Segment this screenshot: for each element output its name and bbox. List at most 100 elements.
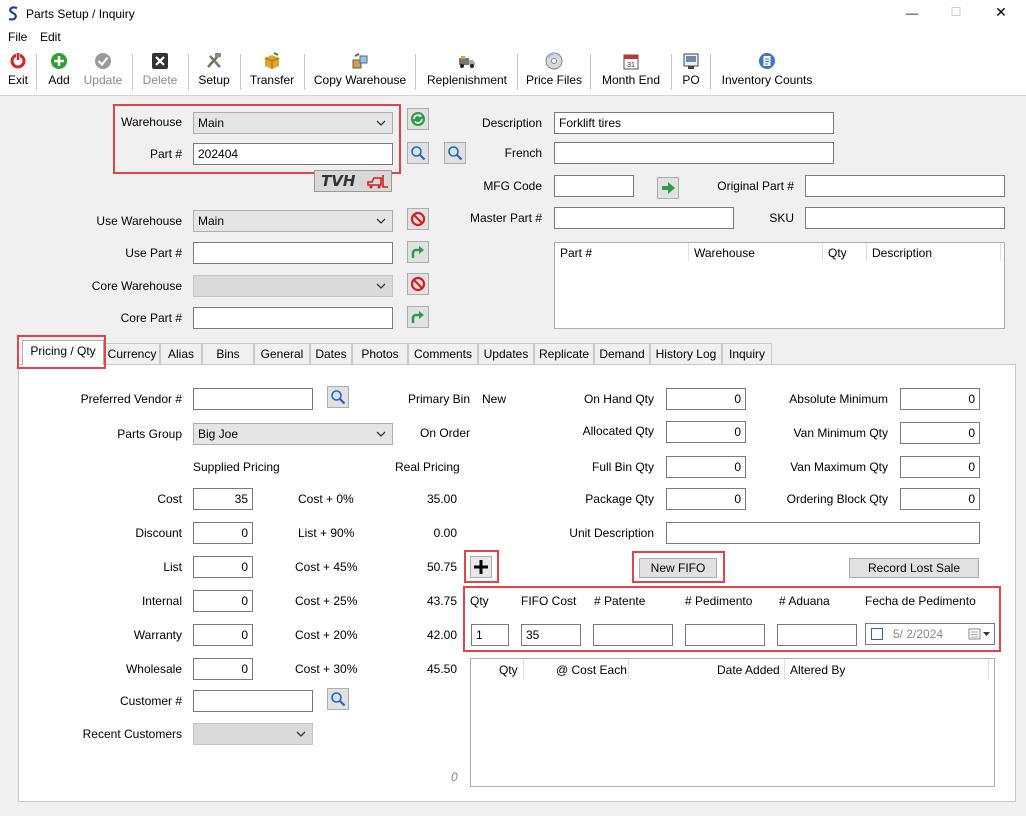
record-lost-sale-button[interactable]: Record Lost Sale	[849, 558, 979, 578]
month-end-button[interactable]: 31 Month End	[597, 52, 665, 90]
on-hand-label: On Hand Qty	[583, 392, 654, 406]
fifo-entry-highlight	[463, 586, 1001, 652]
warranty-input[interactable]: 0	[193, 624, 253, 646]
tab-currency[interactable]: Currency	[104, 343, 160, 364]
menu-edit[interactable]: Edit	[40, 29, 61, 45]
column-header[interactable]: Description	[872, 245, 932, 261]
add-button[interactable]: Add	[42, 52, 76, 90]
update-icon	[95, 53, 111, 69]
vendor-search-button[interactable]	[327, 386, 349, 408]
mfg-code-go-button[interactable]	[657, 177, 679, 199]
use-part-label: Use Part #	[125, 246, 182, 260]
goto-core-part-button[interactable]	[407, 306, 429, 328]
close-button[interactable]: ✕	[992, 4, 1010, 20]
ordering-block-input[interactable]: 0	[900, 488, 980, 510]
tab-comments[interactable]: Comments	[408, 343, 478, 364]
refresh-warehouse-button[interactable]	[407, 108, 429, 130]
minimize-button[interactable]: —	[903, 5, 921, 21]
tab-alias[interactable]: Alias	[160, 343, 202, 364]
setup-button[interactable]: Setup	[194, 52, 234, 90]
recent-customers-select[interactable]	[193, 723, 313, 745]
alternate-parts-grid[interactable]: Part # Warehouse Qty Description	[554, 242, 1005, 329]
truck-icon	[459, 56, 475, 68]
inventory-counts-button[interactable]: Inventory Counts	[717, 52, 817, 90]
parts-group-label: Parts Group	[117, 427, 182, 441]
column-header[interactable]: @ Cost Each	[556, 662, 627, 678]
allocated-input[interactable]: 0	[666, 421, 746, 443]
full-bin-input[interactable]: 0	[666, 456, 746, 478]
french-input[interactable]	[554, 142, 834, 164]
clear-core-warehouse-button[interactable]	[407, 273, 429, 295]
column-header[interactable]: Warehouse	[694, 245, 755, 261]
replenishment-button[interactable]: Replenishment	[422, 52, 512, 90]
unit-description-input[interactable]	[666, 522, 980, 544]
tab-updates[interactable]: Updates	[478, 343, 534, 364]
delete-button[interactable]: Delete	[138, 52, 182, 90]
footer-count: 0	[451, 770, 458, 784]
toolbar-separator	[36, 54, 37, 90]
cost-input[interactable]: 35	[193, 488, 253, 510]
exit-button[interactable]: Exit	[4, 52, 32, 90]
package-input[interactable]: 0	[666, 488, 746, 510]
on-hand-input[interactable]: 0	[666, 388, 746, 410]
list-input[interactable]: 0	[193, 556, 253, 578]
original-part-input[interactable]	[805, 175, 1005, 197]
column-header[interactable]: Date Added	[717, 662, 780, 678]
tab-inquiry[interactable]: Inquiry	[722, 343, 772, 364]
transfer-button[interactable]: Transfer	[246, 52, 298, 90]
description-input[interactable]: Forklift tires	[554, 112, 834, 134]
po-button[interactable]: PO	[678, 52, 704, 90]
wholesale-real: 45.50	[426, 662, 457, 676]
absolute-minimum-input[interactable]: 0	[900, 388, 980, 410]
window-title: Parts Setup / Inquiry	[26, 7, 135, 21]
sku-input[interactable]	[805, 207, 1005, 229]
toolbar-separator	[590, 54, 591, 90]
tab-photos[interactable]: Photos	[352, 343, 408, 364]
tab-demand[interactable]: Demand	[594, 343, 650, 364]
core-part-input[interactable]	[193, 307, 393, 329]
core-warehouse-select[interactable]	[193, 275, 393, 297]
part-search-button[interactable]	[407, 142, 429, 164]
customer-input[interactable]	[193, 690, 313, 712]
warranty-label: Warranty	[133, 628, 182, 642]
master-part-input[interactable]	[554, 207, 734, 229]
update-button[interactable]: Update	[80, 52, 126, 90]
customer-search-button[interactable]	[327, 688, 349, 710]
wholesale-input[interactable]: 0	[193, 658, 253, 680]
clear-use-warehouse-button[interactable]	[407, 208, 429, 230]
copy-warehouse-button[interactable]: Copy Warehouse	[310, 52, 410, 90]
warranty-real: 42.00	[426, 628, 457, 642]
column-header[interactable]: Part #	[560, 245, 592, 261]
disc-icon	[545, 52, 563, 70]
maximize-button[interactable]: ☐	[947, 4, 965, 20]
tab-bins[interactable]: Bins	[202, 343, 254, 364]
delete-icon	[152, 53, 168, 69]
tab-history-log[interactable]: History Log	[650, 343, 722, 364]
allocated-label: Allocated Qty	[582, 424, 654, 438]
toolbar-separator	[188, 54, 189, 90]
column-header[interactable]: Qty	[828, 245, 847, 261]
on-order-label: On Order	[419, 426, 470, 440]
internal-input[interactable]: 0	[193, 590, 253, 612]
tab-general[interactable]: General	[254, 343, 310, 364]
van-minimum-input[interactable]: 0	[900, 422, 980, 444]
discount-input[interactable]: 0	[193, 522, 253, 544]
column-header[interactable]: Qty	[499, 662, 518, 678]
chevron-down-icon	[296, 731, 306, 737]
use-part-input[interactable]	[193, 242, 393, 264]
price-files-button[interactable]: Price Files	[524, 52, 584, 90]
column-header[interactable]: Altered By	[790, 662, 845, 678]
discount-formula: List + 90%	[298, 526, 355, 540]
preferred-vendor-label: Preferred Vendor #	[80, 392, 182, 406]
preferred-vendor-input[interactable]	[193, 388, 313, 410]
goto-use-part-button[interactable]	[407, 241, 429, 263]
discount-label: Discount	[135, 526, 182, 540]
use-warehouse-select[interactable]: Main	[193, 210, 393, 232]
tab-dates[interactable]: Dates	[310, 343, 352, 364]
menu-file[interactable]: File	[8, 29, 27, 45]
fifo-grid[interactable]: Qty @ Cost Each Date Added Altered By	[470, 658, 995, 787]
van-maximum-input[interactable]: 0	[900, 456, 980, 478]
parts-group-select[interactable]: Big Joe	[193, 423, 393, 445]
mfg-code-input[interactable]	[554, 175, 634, 197]
tab-replicate[interactable]: Replicate	[534, 343, 594, 364]
